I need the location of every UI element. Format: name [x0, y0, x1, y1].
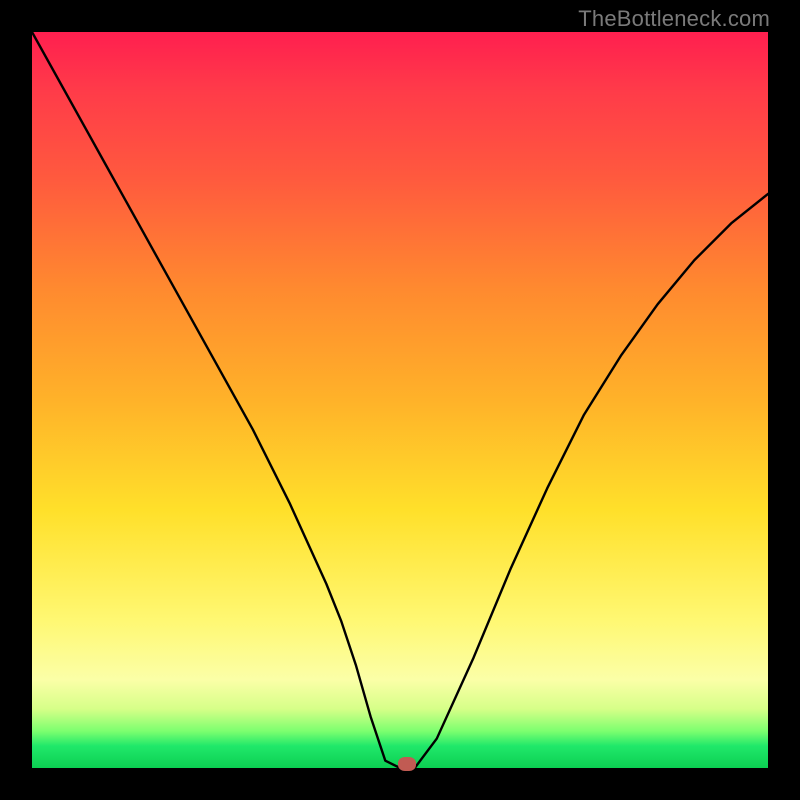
bottleneck-curve — [32, 32, 768, 768]
watermark-text: TheBottleneck.com — [578, 6, 770, 32]
chart-frame: TheBottleneck.com — [0, 0, 800, 800]
plot-area — [32, 32, 768, 768]
minimum-marker — [398, 757, 416, 771]
